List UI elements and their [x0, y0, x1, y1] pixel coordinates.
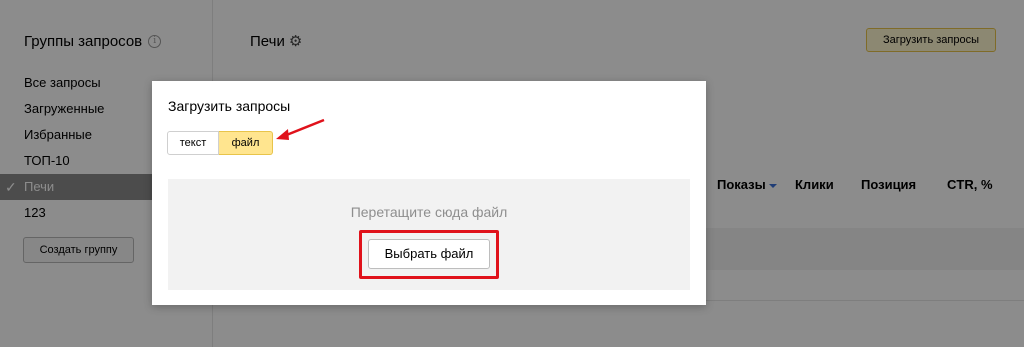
upload-dialog: Загрузить запросы текст файл Перетащите …	[152, 81, 706, 305]
tab-text[interactable]: текст	[167, 131, 219, 155]
file-drop-zone[interactable]: Перетащите сюда файл Выбрать файл	[168, 179, 690, 290]
arrow-annotation-icon	[276, 118, 325, 140]
source-toggle: текст файл	[167, 131, 273, 155]
drop-zone-text: Перетащите сюда файл	[350, 204, 508, 220]
choose-file-button[interactable]: Выбрать файл	[368, 239, 490, 269]
dialog-title: Загрузить запросы	[168, 98, 291, 114]
tab-file[interactable]: файл	[219, 131, 273, 155]
